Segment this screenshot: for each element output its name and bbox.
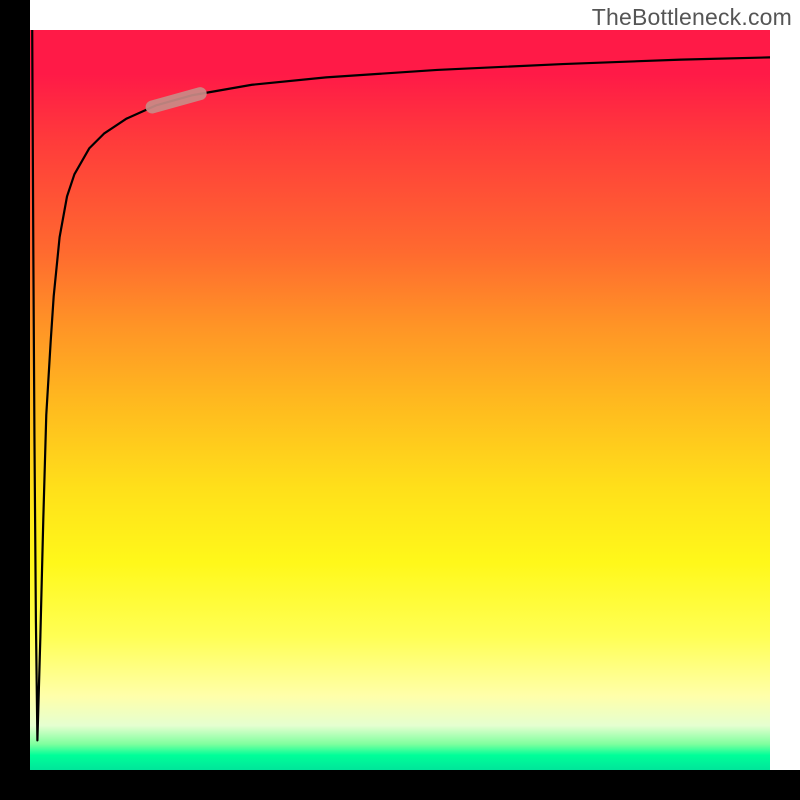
plot-gradient-background: [30, 30, 770, 770]
x-axis: [0, 770, 800, 800]
watermark-text: TheBottleneck.com: [592, 4, 792, 31]
y-axis: [0, 0, 30, 800]
chart-container: TheBottleneck.com: [0, 0, 800, 800]
